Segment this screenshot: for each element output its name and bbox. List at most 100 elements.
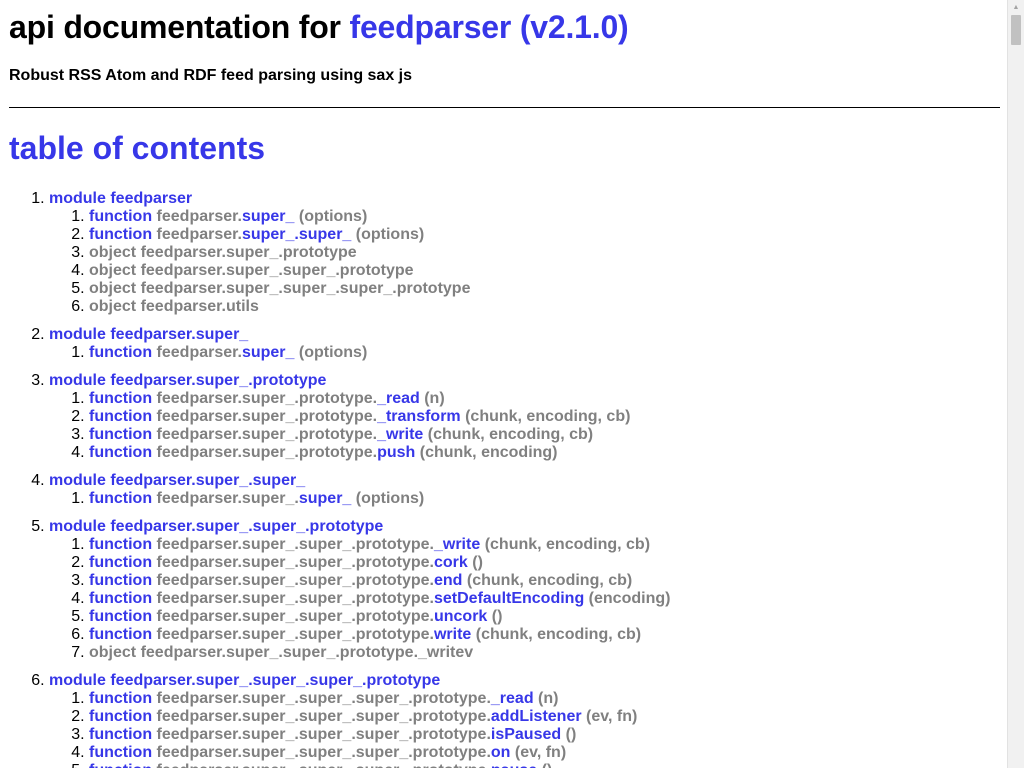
member-kind-link[interactable]: function	[89, 608, 152, 625]
member-kind-link[interactable]: function	[89, 572, 152, 589]
member-name-link[interactable]: write	[434, 626, 471, 643]
member-kind-link[interactable]: function	[89, 590, 152, 607]
member-path: feedparser.super_.super_.prototype.	[156, 626, 434, 643]
member-name-link[interactable]: isPaused	[491, 726, 561, 743]
member-args: (options)	[355, 490, 425, 507]
member-kind-link[interactable]: function	[89, 554, 152, 571]
member-name-link[interactable]: _read	[491, 690, 534, 707]
scroll-up-arrow-icon[interactable]: ▲	[1008, 0, 1024, 14]
member-kind-link[interactable]: function	[89, 344, 152, 361]
member-path: feedparser.super_.super_.super_.prototyp…	[140, 280, 471, 297]
member-kind-link[interactable]: function	[89, 762, 152, 768]
member-name-link[interactable]: push	[377, 444, 415, 461]
toc-module-item: module feedparserfunction feedparser.sup…	[49, 190, 1000, 316]
content: api documentation for feedparser (v2.1.0…	[0, 8, 1007, 768]
toc-member-item: function feedparser.super_.super_.protot…	[89, 536, 1000, 554]
toc-module-link[interactable]: module feedparser.super_.super_.super_.p…	[49, 672, 440, 689]
member-kind-link[interactable]: function	[89, 444, 152, 461]
toc-member-item: object feedparser.utils	[89, 298, 1000, 316]
member-name-link[interactable]: cork	[434, 554, 468, 571]
member-kind-link[interactable]: function	[89, 390, 152, 407]
member-args: (options)	[298, 208, 368, 225]
member-args: ()	[565, 726, 577, 743]
member-args: (ev, fn)	[514, 744, 567, 761]
toc-module-item: module feedparser.super_.super_.prototyp…	[49, 518, 1000, 662]
member-name-link[interactable]: super_.super_	[242, 226, 351, 243]
member-path: feedparser.super_.prototype.	[156, 390, 378, 407]
member-name-link[interactable]: _transform	[377, 408, 461, 425]
toc-member-list: function feedparser.super_.super_.super_…	[49, 690, 1000, 768]
toc-member-item: function feedparser.super_.super_.super_…	[89, 762, 1000, 768]
member-name-link[interactable]: super_	[242, 344, 294, 361]
member-name-link[interactable]: super_	[242, 208, 294, 225]
toc-member-item: function feedparser.super_ (options)	[89, 208, 1000, 226]
scroll-thumb[interactable]	[1011, 15, 1021, 45]
member-kind: object	[89, 644, 137, 661]
member-kind: object	[89, 298, 137, 315]
member-kind-link[interactable]: function	[89, 408, 152, 425]
toc-module-item: module feedparser.super_.super_.super_.p…	[49, 672, 1000, 768]
member-path: feedparser.super_.	[156, 490, 299, 507]
vertical-scrollbar[interactable]: ▲	[1007, 0, 1024, 768]
member-kind-link[interactable]: function	[89, 226, 152, 243]
member-path: feedparser.super_.super_.prototype	[140, 262, 414, 279]
package-link[interactable]: feedparser (v2.1.0)	[350, 9, 629, 45]
member-name-link[interactable]: super_	[299, 490, 351, 507]
member-path: feedparser.super_.super_.prototype.	[156, 554, 434, 571]
member-kind-link[interactable]: function	[89, 708, 152, 725]
document-page: api documentation for feedparser (v2.1.0…	[0, 0, 1007, 768]
toc-member-list: function feedparser.super_.super_ (optio…	[49, 490, 1000, 508]
member-path: feedparser.super_.super_.prototype.	[156, 590, 434, 607]
member-path: feedparser.	[156, 226, 242, 243]
toc-member-item: function feedparser.super_.prototype.pus…	[89, 444, 1000, 462]
member-path: feedparser.super_.super_.super_.prototyp…	[156, 744, 491, 761]
member-args: (options)	[298, 344, 368, 361]
member-name-link[interactable]: end	[434, 572, 462, 589]
member-name-link[interactable]: _write	[434, 536, 480, 553]
member-name-link[interactable]: _write	[377, 426, 423, 443]
member-kind-link[interactable]: function	[89, 208, 152, 225]
member-kind: object	[89, 280, 137, 297]
toc-module-link[interactable]: module feedparser.super_.prototype	[49, 372, 326, 389]
member-path: feedparser.	[156, 208, 242, 225]
toc-module-link[interactable]: module feedparser.super_.super_.prototyp…	[49, 518, 383, 535]
member-name-link[interactable]: on	[491, 744, 511, 761]
toc-title: table of contents	[9, 130, 266, 166]
member-path: feedparser.utils	[140, 298, 259, 315]
toc-member-item: function feedparser.super_.super_.protot…	[89, 572, 1000, 590]
member-kind: object	[89, 262, 137, 279]
member-path: feedparser.super_.super_.super_.prototyp…	[157, 762, 491, 768]
member-name-link[interactable]: addListener	[491, 708, 582, 725]
member-kind-link[interactable]: function	[89, 726, 152, 743]
toc-module-link[interactable]: module feedparser.super_	[49, 326, 248, 343]
toc-member-item: function feedparser.super_.super_ (optio…	[89, 226, 1000, 244]
member-kind-link[interactable]: function	[89, 536, 152, 553]
member-name-link[interactable]: setDefaultEncoding	[434, 590, 584, 607]
member-args: (chunk, encoding, cb)	[466, 572, 633, 589]
member-kind-link[interactable]: function	[89, 426, 152, 443]
toc-member-item: function feedparser.super_.prototype._tr…	[89, 408, 1000, 426]
member-kind-link[interactable]: function	[89, 490, 152, 507]
member-kind-link[interactable]: function	[89, 626, 152, 643]
member-name-link[interactable]: pause	[491, 762, 537, 768]
toc-member-item: object feedparser.super_.prototype	[89, 244, 1000, 262]
member-args: (chunk, encoding, cb)	[475, 626, 642, 643]
member-kind-link[interactable]: function	[89, 690, 152, 707]
member-path: feedparser.super_.super_.prototype._writ…	[140, 644, 474, 661]
member-path: feedparser.	[156, 344, 242, 361]
member-kind: object	[89, 244, 137, 261]
toc-module-link[interactable]: module feedparser.super_.super_	[49, 472, 305, 489]
toc-module-link[interactable]: module feedparser	[49, 190, 192, 207]
member-path: feedparser.super_.prototype.	[156, 426, 378, 443]
member-args: ()	[542, 762, 553, 768]
member-path: feedparser.super_.super_.prototype.	[156, 536, 434, 553]
member-name-link[interactable]: uncork	[434, 608, 487, 625]
member-kind-link[interactable]: function	[89, 744, 152, 761]
page-subtitle: Robust RSS Atom and RDF feed parsing usi…	[9, 67, 413, 84]
toc-member-item: object feedparser.super_.super_.prototyp…	[89, 262, 1000, 280]
member-path: feedparser.super_.super_.super_.prototyp…	[156, 708, 491, 725]
member-path: feedparser.super_.super_.prototype.	[156, 608, 434, 625]
toc-module-item: module feedparser.super_.super_function …	[49, 472, 1000, 508]
member-name-link[interactable]: _read	[377, 390, 420, 407]
toc-member-item: function feedparser.super_.prototype._wr…	[89, 426, 1000, 444]
